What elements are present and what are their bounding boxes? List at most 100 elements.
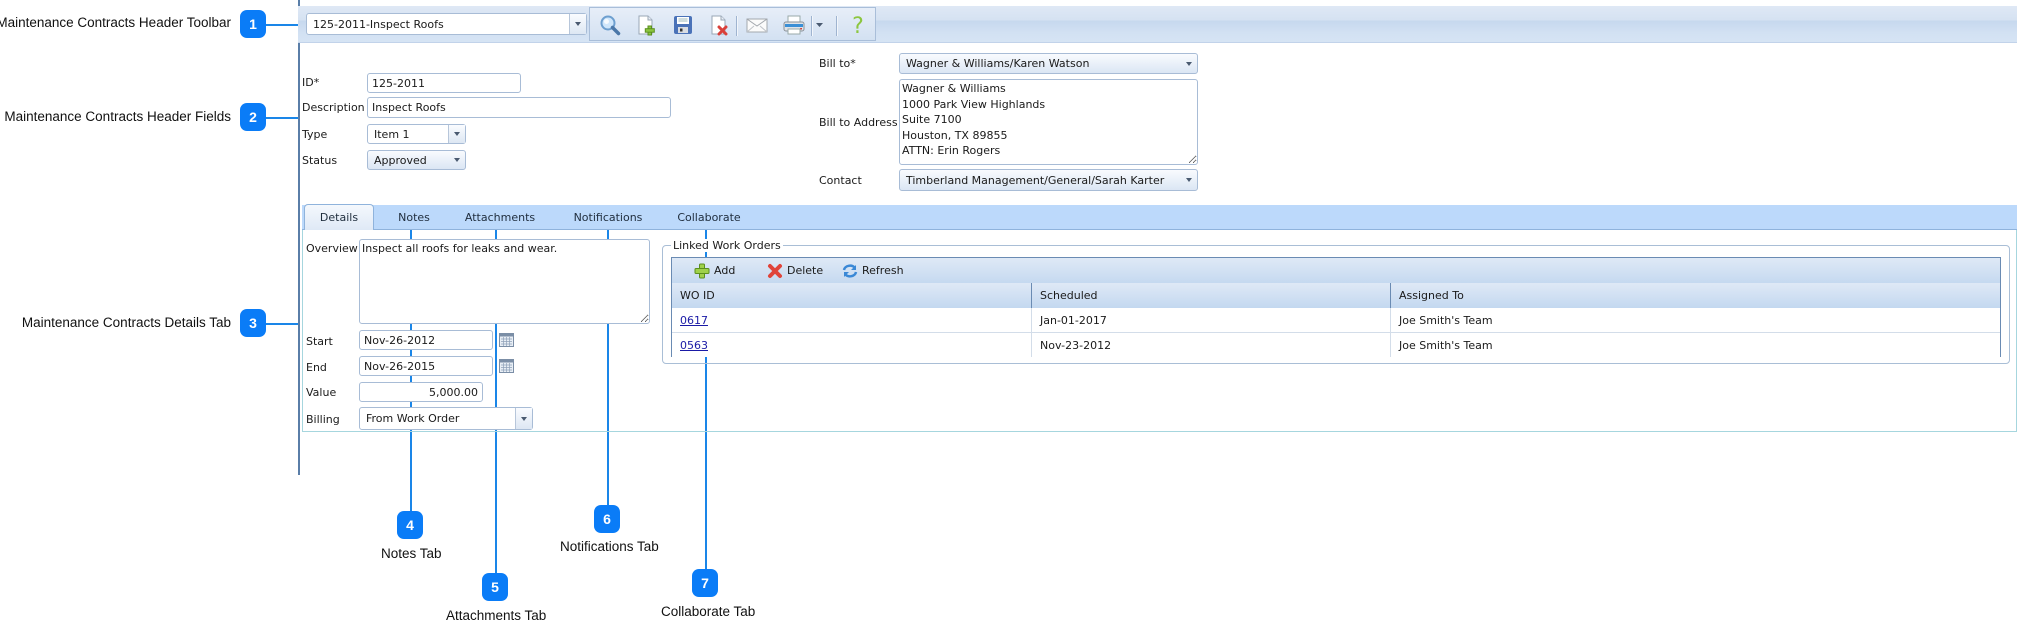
tab-notes-label: Notes (398, 211, 430, 224)
toolbar-button-group: ? (589, 7, 876, 41)
delete-button[interactable] (707, 14, 731, 36)
type-label: Type (302, 128, 328, 141)
table-row[interactable]: 0563 Nov-23-2012 Joe Smith's Team (672, 333, 2000, 357)
delete-x-icon (768, 263, 782, 278)
new-document-icon (638, 15, 655, 36)
linked-work-orders-title: Linked Work Orders (671, 239, 783, 252)
assigned-to-cell: Joe Smith's Team (1390, 308, 2000, 332)
bill-to-value: Wagner & Williams/Karen Watson (906, 57, 1090, 70)
save-button[interactable] (671, 14, 695, 36)
callout-badge-5: 5 (482, 573, 508, 601)
description-field[interactable]: Inspect Roofs (367, 97, 671, 118)
refresh-label: Refresh (862, 264, 904, 277)
id-field[interactable]: 125-2011 (367, 73, 521, 93)
search-button[interactable] (598, 14, 622, 36)
delete-button[interactable]: Delete (767, 262, 823, 279)
type-value: Item 1 (374, 127, 410, 141)
question-mark-icon: ? (852, 14, 864, 37)
callout-label-attachments-tab: Attachments Tab (446, 608, 547, 623)
refresh-icon (842, 263, 858, 278)
floppy-disk-icon (674, 16, 692, 34)
callout-badge-7: 7 (692, 569, 718, 597)
tab-notes[interactable]: Notes (385, 205, 443, 230)
chevron-down-icon[interactable] (448, 125, 465, 143)
toolbar-separator (836, 16, 838, 36)
tab-collaborate-label: Collaborate (677, 211, 741, 224)
wo-id-cell: 0563 (672, 333, 1031, 357)
start-date-value: Nov-26-2012 (364, 333, 436, 347)
callout-label-header-toolbar: Maintenance Contracts Header Toolbar (0, 15, 231, 30)
start-date-field[interactable]: Nov-26-2012 (359, 330, 493, 350)
bill-to-label: Bill to* (819, 57, 856, 70)
tab-attachments-label: Attachments (464, 211, 536, 224)
table-row[interactable]: 0617 Jan-01-2017 Joe Smith's Team (672, 308, 2000, 333)
callout-connector-3 (266, 323, 298, 325)
refresh-button[interactable]: Refresh (842, 262, 904, 279)
status-dropdown[interactable]: Approved (367, 150, 466, 170)
callout-label-collaborate-tab: Collaborate Tab (661, 604, 756, 619)
chevron-down-icon[interactable] (1181, 170, 1197, 190)
callout-label-notifications-tab: Notifications Tab (560, 539, 659, 554)
scheduled-cell: Nov-23-2012 (1031, 333, 1390, 357)
tab-attachments[interactable]: Attachments (460, 205, 540, 230)
overview-field[interactable] (359, 239, 650, 324)
linked-work-orders-grid: Add Delete Refresh WO ID Scheduled Assig… (671, 257, 2001, 357)
column-header-assigned-to[interactable]: Assigned To (1390, 283, 2000, 308)
tab-details[interactable]: Details (304, 204, 374, 230)
print-button[interactable] (782, 14, 806, 36)
add-button[interactable]: Add (694, 262, 735, 279)
help-button[interactable]: ? (846, 14, 870, 37)
chevron-down-icon[interactable] (515, 408, 532, 429)
type-dropdown[interactable]: Item 1 (367, 124, 466, 144)
wo-id-cell: 0617 (672, 308, 1031, 332)
magnifier-icon (600, 15, 621, 36)
contact-label: Contact (819, 174, 862, 187)
contact-dropdown[interactable]: Timberland Management/General/Sarah Kart… (899, 169, 1198, 191)
assigned-to-cell: Joe Smith's Team (1390, 333, 2000, 357)
end-label: End (306, 361, 327, 374)
grid-header-row: WO ID Scheduled Assigned To (672, 283, 2000, 309)
end-date-field[interactable]: Nov-26-2015 (359, 356, 493, 376)
tab-notifications[interactable]: Notifications (568, 205, 648, 230)
grid-toolbar: Add Delete Refresh (672, 258, 2000, 284)
svg-text:?: ? (852, 14, 864, 37)
chevron-down-icon[interactable] (1181, 54, 1197, 73)
bill-to-dropdown[interactable]: Wagner & Williams/Karen Watson (899, 53, 1198, 74)
column-header-wo-id[interactable]: WO ID (672, 283, 1031, 308)
callout-connector-1 (266, 24, 298, 26)
chevron-down-icon[interactable] (449, 151, 465, 169)
end-calendar-button[interactable] (499, 359, 514, 376)
start-calendar-button[interactable] (499, 333, 514, 350)
billing-value: From Work Order (366, 412, 460, 425)
email-button[interactable] (745, 14, 769, 36)
contact-value: Timberland Management/General/Sarah Kart… (906, 173, 1165, 187)
overview-label: Overview (306, 242, 358, 255)
billing-dropdown[interactable]: From Work Order (359, 407, 533, 430)
id-label: ID* (302, 76, 320, 89)
delete-document-icon (711, 15, 728, 36)
callout-badge-6: 6 (594, 505, 620, 533)
bill-to-address-field[interactable] (899, 79, 1198, 165)
tab-notifications-label: Notifications (573, 211, 643, 224)
wo-id-link[interactable]: 0617 (680, 314, 708, 327)
tab-collaborate[interactable]: Collaborate (669, 205, 749, 230)
scheduled-cell: Jan-01-2017 (1031, 308, 1390, 332)
printer-icon (783, 15, 805, 35)
description-label: Description (302, 101, 365, 114)
chevron-down-icon[interactable] (569, 14, 586, 34)
callout-badge-2: 2 (240, 103, 266, 131)
status-value: Approved (374, 153, 427, 167)
wo-id-link[interactable]: 0563 (680, 339, 708, 352)
value-amount: 5,000.00 (429, 385, 478, 399)
new-button[interactable] (634, 14, 658, 36)
add-label: Add (714, 264, 736, 277)
calendar-icon (499, 333, 514, 347)
value-field[interactable]: 5,000.00 (359, 382, 483, 402)
tab-bar: Details Notes Attachments Notifications … (302, 204, 2017, 230)
column-header-scheduled[interactable]: Scheduled (1031, 283, 1390, 308)
callout-badge-4: 4 (397, 511, 423, 539)
record-selector-dropdown[interactable]: 125-2011-Inspect Roofs (306, 13, 587, 35)
tab-details-label: Details (319, 211, 359, 224)
print-options-dropdown[interactable] (813, 14, 827, 36)
id-value: 125-2011 (372, 76, 425, 90)
